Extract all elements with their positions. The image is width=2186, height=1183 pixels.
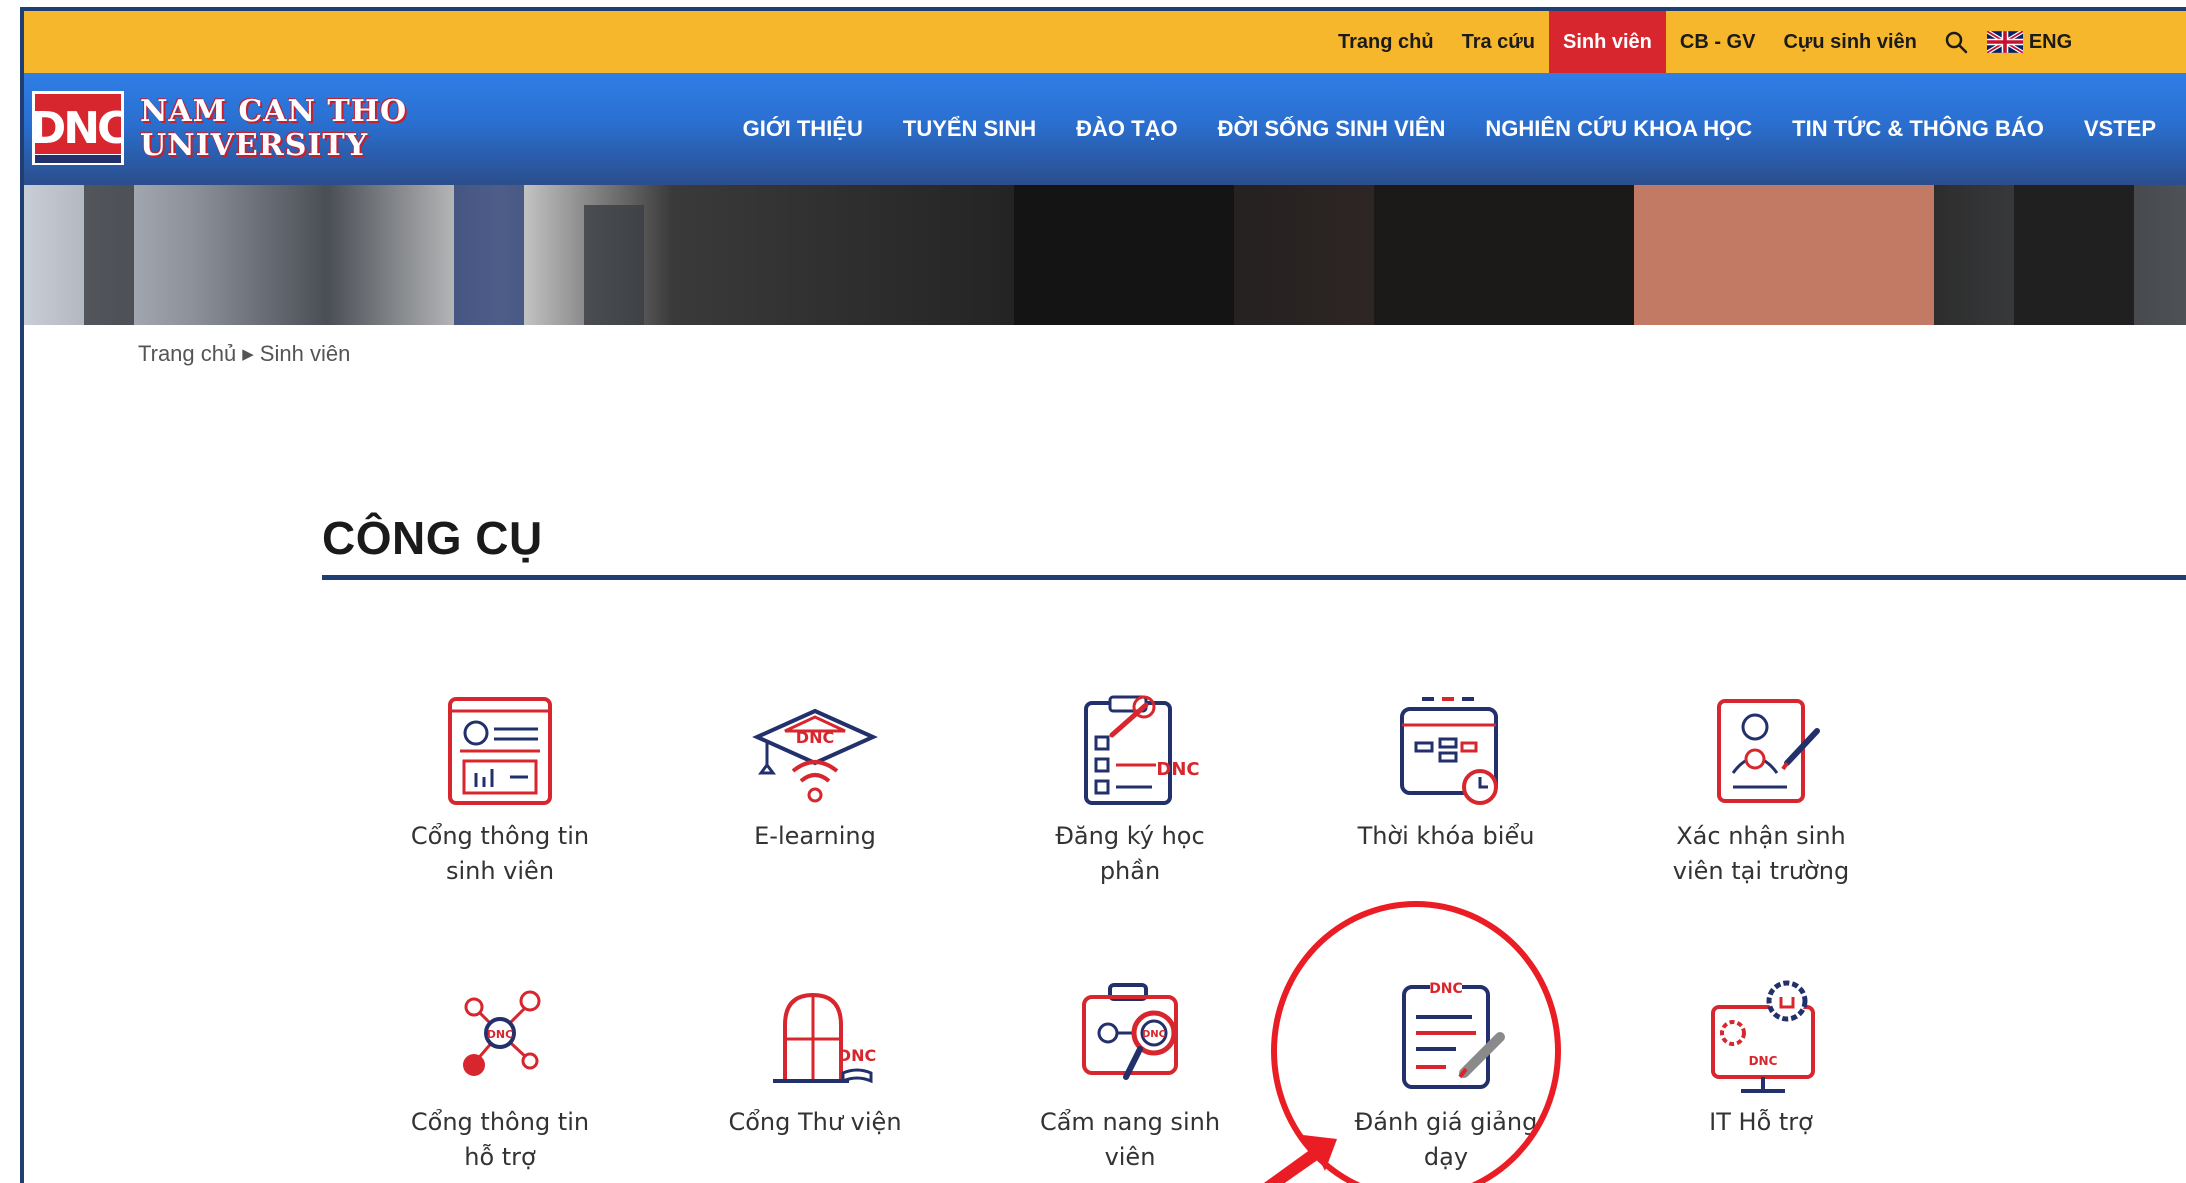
tool-label-line1: Thời khóa biểu <box>1357 822 1535 850</box>
tool-cong-thong-tin-ho-tro[interactable]: DNC Cổng thông tin hỗ trợ <box>370 977 630 1175</box>
elearning-icon: DNC <box>752 708 878 803</box>
tool-label-line2: sinh viên <box>445 857 555 885</box>
tool-label-line2: hỗ trợ <box>464 1143 536 1171</box>
svg-text:DNC: DNC <box>796 728 834 747</box>
teaching-evaluation-icon: DNC <box>1402 981 1505 1089</box>
support-portal-icon: DNC <box>463 990 541 1076</box>
pointer-arrow-icon <box>1263 1135 1337 1183</box>
breadcrumb: Trang chủ ▶ Sinh viên <box>138 341 350 367</box>
menu-vstep[interactable]: VSTEP <box>2064 116 2176 142</box>
tool-xac-nhan-sinh-vien[interactable]: Xác nhận sinh viên tại trường <box>1631 691 1891 889</box>
main-navbar: DNC NAM CAN THO UNIVERSITY GIỚI THIỆU TU… <box>24 73 2186 185</box>
tool-label-line1: E-learning <box>754 822 876 850</box>
tool-label-line1: Xác nhận sinh <box>1676 822 1846 850</box>
library-icon: DNC <box>773 992 876 1084</box>
toplink-cb-gv[interactable]: CB - GV <box>1666 11 1770 73</box>
hero-banner-image <box>24 185 2186 325</box>
university-logo-icon[interactable]: DNC <box>32 91 124 165</box>
main-menu: GIỚI THIỆU TUYỂN SINH ĐÀO TẠO ĐỜI SỐNG S… <box>723 73 2176 185</box>
tool-label-line2: dạy <box>1423 1143 1469 1171</box>
svg-text:DNC: DNC <box>32 103 124 154</box>
student-handbook-icon: DNC <box>1082 983 1178 1080</box>
svg-text:DNC: DNC <box>1749 1054 1778 1068</box>
menu-tuyen-sinh[interactable]: TUYỂN SINH <box>883 116 1056 142</box>
uk-flag-icon <box>1986 31 2023 53</box>
tool-label-line1: Cổng thông tin <box>410 1108 590 1136</box>
tool-label-line1: Đăng ký học <box>1055 822 1205 850</box>
tool-e-learning[interactable]: DNC E-learning <box>685 691 945 854</box>
tool-label-line1: IT Hỗ trợ <box>1709 1108 1813 1136</box>
tool-label-line1: Cổng Thư viện <box>728 1108 902 1136</box>
toplink-cuu-sinh-vien[interactable]: Cựu sinh viên <box>1769 11 1930 73</box>
tool-label-line1: Đánh giá giảng <box>1354 1108 1538 1136</box>
it-support-icon: DNC <box>1711 980 1815 1093</box>
toplink-trang-chu[interactable]: Trang chủ <box>1324 11 1448 73</box>
toplink-tra-cuu[interactable]: Tra cứu <box>1448 11 1549 73</box>
toplink-sinh-vien[interactable]: Sinh viên <box>1548 11 1666 73</box>
top-utility-bar: Trang chủ Tra cứu Sinh viên CB - GV Cựu … <box>24 11 2186 73</box>
student-confirmation-icon <box>1717 699 1820 803</box>
timetable-icon <box>1400 697 1498 805</box>
browser-viewport: Trang chủ Tra cứu Sinh viên CB - GV Cựu … <box>20 7 2186 1183</box>
tool-dang-ky-hoc-phan[interactable]: DNC Đăng ký học phần <box>1000 691 1260 889</box>
section-title: CÔNG CỤ <box>322 512 543 564</box>
breadcrumb-separator-icon: ▶ <box>242 346 254 363</box>
university-name[interactable]: NAM CAN THO UNIVERSITY <box>140 95 407 163</box>
breadcrumb-home[interactable]: Trang chủ <box>138 341 236 367</box>
menu-doi-song-sinh-vien[interactable]: ĐỜI SỐNG SINH VIÊN <box>1198 116 1466 142</box>
tool-danh-gia-giang-day[interactable]: DNC Đánh giá giảng dạy <box>1316 977 1576 1175</box>
svg-text:DNC: DNC <box>1429 981 1463 997</box>
section-divider <box>322 575 2186 580</box>
tool-label-line2: phần <box>1099 857 1161 885</box>
tool-label-line2: viên tại trường <box>1672 857 1850 885</box>
search-icon[interactable] <box>1931 11 1981 73</box>
tool-label-line1: Cổng thông tin <box>410 822 590 850</box>
menu-gioi-thieu[interactable]: GIỚI THIỆU <box>723 116 883 142</box>
banner-figures <box>84 185 2134 325</box>
logo-line-2: UNIVERSITY <box>140 128 369 163</box>
menu-nghien-cuu-khoa-hoc[interactable]: NGHIÊN CỨU KHOA HỌC <box>1465 116 1772 142</box>
logo-line-1: NAM CAN THO <box>140 94 408 129</box>
language-label: ENG <box>2028 30 2073 53</box>
menu-dao-tao[interactable]: ĐÀO TẠO <box>1056 116 1197 142</box>
menu-tin-tuc-thong-bao[interactable]: TIN TỨC & THÔNG BÁO <box>1772 116 2064 142</box>
top-links: Trang chủ Tra cứu Sinh viên CB - GV Cựu … <box>1324 11 2072 73</box>
svg-text:DNC: DNC <box>487 1028 513 1041</box>
tool-thoi-khoa-bieu[interactable]: Thời khóa biểu <box>1316 691 1576 854</box>
tool-it-ho-tro[interactable]: DNC IT Hỗ trợ <box>1631 977 1891 1140</box>
breadcrumb-current: Sinh viên <box>259 341 351 366</box>
svg-text:DNC: DNC <box>1142 1029 1166 1040</box>
tool-cong-thu-vien[interactable]: DNC Cổng Thư viện <box>685 977 945 1140</box>
svg-text:DNC: DNC <box>838 1046 876 1065</box>
course-registration-icon: DNC <box>1084 695 1200 805</box>
tool-cong-thong-tin-sinh-vien[interactable]: Cổng thông tin sinh viên <box>370 691 630 889</box>
svg-text:DNC: DNC <box>1156 759 1199 780</box>
student-portal-icon <box>448 697 552 805</box>
language-switch[interactable]: ENG <box>1981 31 2072 54</box>
